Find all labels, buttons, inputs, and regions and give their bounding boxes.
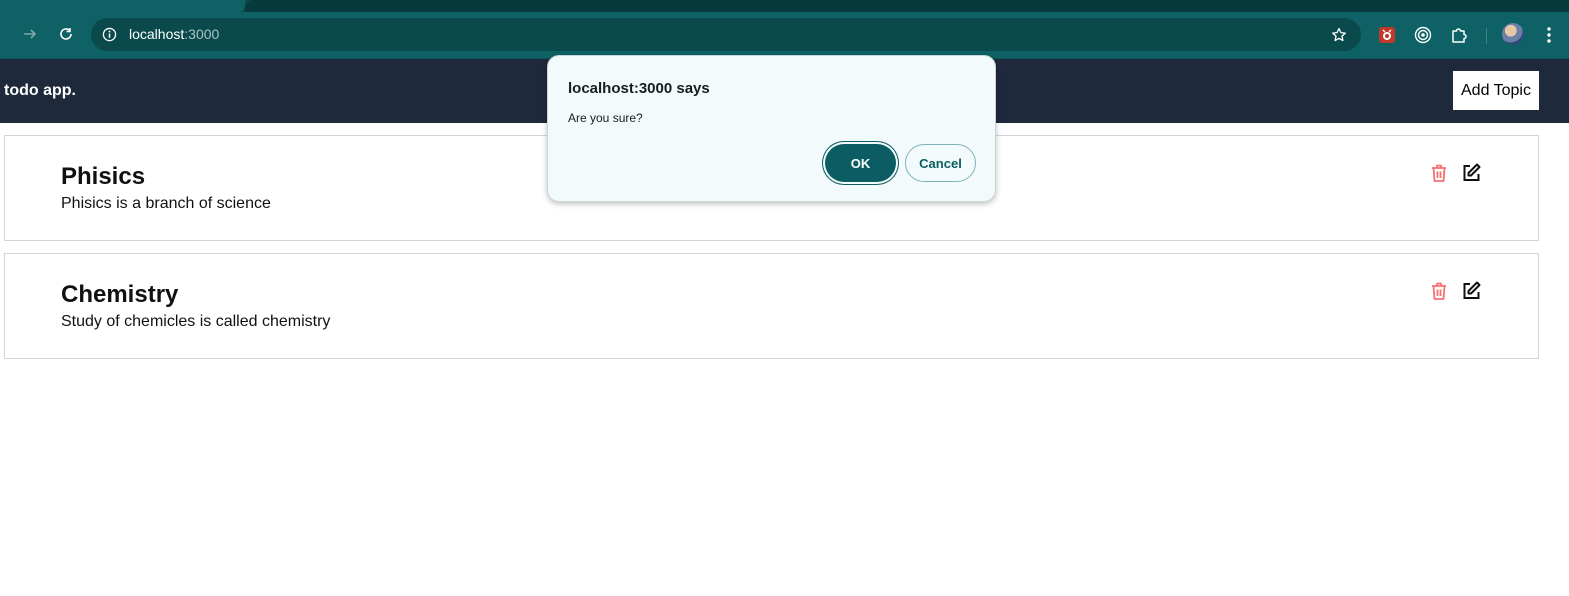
url-text[interactable]: localhost:3000	[129, 26, 219, 43]
puzzle-extensions-icon[interactable]	[1447, 23, 1471, 47]
profile-avatar[interactable]	[1502, 23, 1524, 45]
star-icon[interactable]	[1330, 26, 1347, 43]
info-icon[interactable]	[101, 26, 118, 43]
topic-description: Phisics is a branch of science	[61, 195, 271, 212]
trash-icon[interactable]	[1428, 162, 1450, 184]
bug-extension-icon[interactable]	[1375, 23, 1399, 47]
address-bar[interactable]: localhost:3000	[91, 18, 1361, 51]
cancel-button[interactable]: Cancel	[905, 144, 976, 182]
add-topic-button[interactable]: Add Topic	[1453, 71, 1539, 110]
ok-button[interactable]: OK	[825, 144, 896, 182]
target-extension-icon[interactable]	[1411, 23, 1435, 47]
dialog-title: localhost:3000 says	[568, 80, 710, 97]
active-tab[interactable]	[0, 0, 245, 12]
topic-title: Chemistry	[61, 281, 179, 308]
topic-card: Chemistry Study of chemicles is called c…	[4, 253, 1539, 359]
url-host: localhost	[129, 26, 185, 42]
topic-description: Study of chemicles is called chemistry	[61, 313, 331, 330]
edit-icon[interactable]	[1460, 280, 1482, 302]
dialog-message: Are you sure?	[568, 111, 643, 125]
brand-link[interactable]: todo app.	[4, 82, 76, 100]
forward-icon[interactable]	[18, 22, 42, 46]
edit-icon[interactable]	[1460, 162, 1482, 184]
tab-strip	[0, 0, 1569, 12]
browser-toolbar: localhost:3000	[0, 12, 1569, 59]
url-port: :3000	[184, 26, 220, 42]
reload-icon[interactable]	[54, 22, 78, 46]
trash-icon[interactable]	[1428, 280, 1450, 302]
tab-strip-background	[245, 0, 1569, 12]
confirm-dialog: localhost:3000 says Are you sure? OK Can…	[547, 55, 996, 202]
toolbar-separator	[1486, 28, 1487, 44]
kebab-menu-icon[interactable]	[1537, 23, 1561, 47]
topic-title: Phisics	[61, 163, 146, 190]
